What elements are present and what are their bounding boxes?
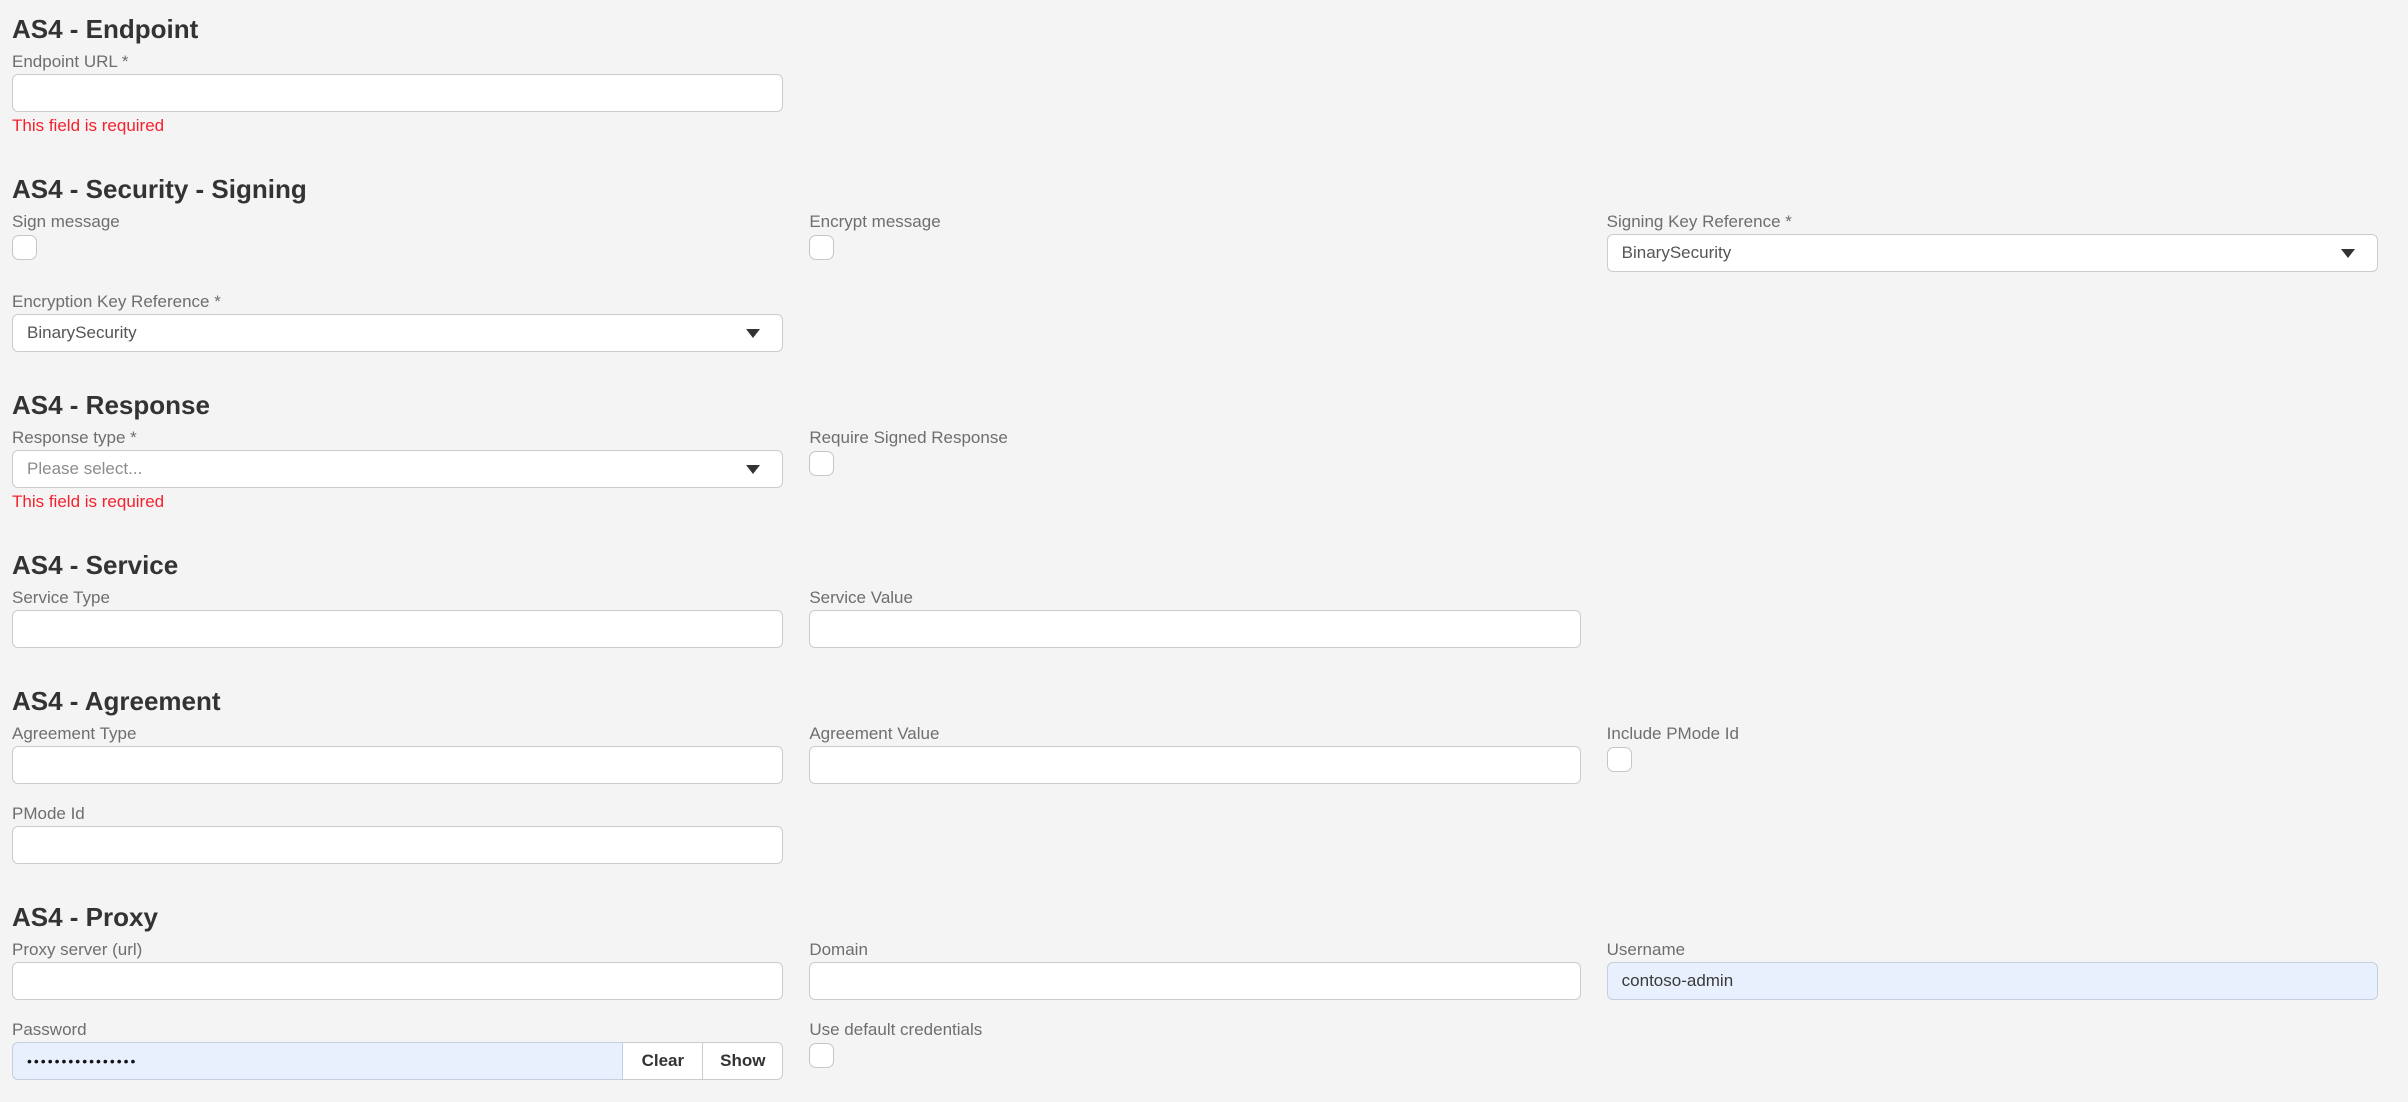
encryption-key-reference-field: Encryption Key Reference * BinarySecurit… — [12, 292, 783, 352]
password-label: Password — [12, 1020, 783, 1040]
username-field: Username — [1607, 940, 2378, 1000]
chevron-down-icon — [2341, 249, 2355, 258]
password-field: Password Clear Show — [12, 1020, 783, 1080]
response-type-field: Response type * Please select... This fi… — [12, 428, 783, 512]
password-clear-button[interactable]: Clear — [623, 1042, 703, 1080]
response-type-select[interactable]: Please select... — [12, 450, 783, 488]
use-default-credentials-checkbox[interactable] — [809, 1043, 834, 1068]
section-response-title: AS4 - Response — [12, 390, 2378, 420]
response-type-value: Please select... — [27, 459, 142, 479]
response-type-error: This field is required — [12, 492, 783, 512]
service-value-label: Service Value — [809, 588, 1580, 608]
section-security-signing-title: AS4 - Security - Signing — [12, 174, 2378, 204]
service-value-input[interactable] — [809, 610, 1580, 648]
agreement-value-label: Agreement Value — [809, 724, 1580, 744]
signing-key-reference-field: Signing Key Reference * BinarySecurity — [1607, 212, 2378, 272]
username-input[interactable] — [1607, 962, 2378, 1000]
use-default-credentials-label: Use default credentials — [809, 1020, 1580, 1040]
service-row: Service Type Service Value — [12, 588, 2378, 648]
use-default-credentials-field: Use default credentials — [809, 1020, 1580, 1080]
service-value-field: Service Value — [809, 588, 1580, 648]
include-pmode-id-field: Include PMode Id — [1607, 724, 2378, 784]
signing-key-reference-select[interactable]: BinarySecurity — [1607, 234, 2378, 272]
password-group: Clear Show — [12, 1042, 783, 1080]
sign-message-label: Sign message — [12, 212, 783, 232]
proxy-server-input[interactable] — [12, 962, 783, 1000]
agreement-value-input[interactable] — [809, 746, 1580, 784]
endpoint-url-field: Endpoint URL * This field is required — [12, 52, 783, 136]
encrypt-message-checkbox[interactable] — [809, 235, 834, 260]
section-proxy-title: AS4 - Proxy — [12, 902, 2378, 932]
section-response: AS4 - Response Response type * Please se… — [12, 390, 2378, 512]
chevron-down-icon — [746, 329, 760, 338]
require-signed-response-label: Require Signed Response — [809, 428, 1580, 448]
section-agreement-title: AS4 - Agreement — [12, 686, 2378, 716]
service-type-field: Service Type — [12, 588, 783, 648]
include-pmode-id-checkbox[interactable] — [1607, 747, 1632, 772]
service-type-input[interactable] — [12, 610, 783, 648]
security-signing-row-2: Encryption Key Reference * BinarySecurit… — [12, 292, 2378, 352]
section-endpoint: AS4 - Endpoint Endpoint URL * This field… — [12, 14, 2378, 136]
service-type-label: Service Type — [12, 588, 783, 608]
response-row: Response type * Please select... This fi… — [12, 428, 2378, 512]
chevron-down-icon — [746, 465, 760, 474]
agreement-value-field: Agreement Value — [809, 724, 1580, 784]
sign-message-field: Sign message — [12, 212, 783, 272]
encrypt-message-label: Encrypt message — [809, 212, 1580, 232]
agreement-row-2: PMode Id — [12, 804, 2378, 864]
section-service: AS4 - Service Service Type Service Value — [12, 550, 2378, 648]
encrypt-message-field: Encrypt message — [809, 212, 1580, 272]
security-signing-row-1: Sign message Encrypt message Signing Key… — [12, 212, 2378, 272]
endpoint-url-input[interactable] — [12, 74, 783, 112]
require-signed-response-checkbox[interactable] — [809, 451, 834, 476]
endpoint-row: Endpoint URL * This field is required — [12, 52, 2378, 136]
proxy-row-2: Password Clear Show Use default credenti… — [12, 1020, 2378, 1080]
password-show-button[interactable]: Show — [703, 1042, 783, 1080]
section-proxy: AS4 - Proxy Proxy server (url) Domain Us… — [12, 902, 2378, 1080]
pmode-id-label: PMode Id — [12, 804, 783, 824]
section-security-signing: AS4 - Security - Signing Sign message En… — [12, 174, 2378, 352]
encryption-key-reference-value: BinarySecurity — [27, 323, 137, 343]
include-pmode-id-label: Include PMode Id — [1607, 724, 2378, 744]
domain-label: Domain — [809, 940, 1580, 960]
pmode-id-field: PMode Id — [12, 804, 783, 864]
response-type-label: Response type * — [12, 428, 783, 448]
signing-key-reference-value: BinarySecurity — [1622, 243, 1732, 263]
domain-field: Domain — [809, 940, 1580, 1000]
proxy-row-1: Proxy server (url) Domain Username — [12, 940, 2378, 1000]
require-signed-response-field: Require Signed Response — [809, 428, 1580, 512]
encryption-key-reference-select[interactable]: BinarySecurity — [12, 314, 783, 352]
agreement-row-1: Agreement Type Agreement Value Include P… — [12, 724, 2378, 784]
password-input[interactable] — [12, 1042, 623, 1080]
as4-settings-form: AS4 - Endpoint Endpoint URL * This field… — [12, 14, 2378, 1080]
pmode-id-input[interactable] — [12, 826, 783, 864]
agreement-type-label: Agreement Type — [12, 724, 783, 744]
signing-key-reference-label: Signing Key Reference * — [1607, 212, 2378, 232]
encryption-key-reference-label: Encryption Key Reference * — [12, 292, 783, 312]
domain-input[interactable] — [809, 962, 1580, 1000]
agreement-type-input[interactable] — [12, 746, 783, 784]
sign-message-checkbox[interactable] — [12, 235, 37, 260]
section-endpoint-title: AS4 - Endpoint — [12, 14, 2378, 44]
endpoint-url-label: Endpoint URL * — [12, 52, 783, 72]
agreement-type-field: Agreement Type — [12, 724, 783, 784]
proxy-server-field: Proxy server (url) — [12, 940, 783, 1000]
proxy-server-label: Proxy server (url) — [12, 940, 783, 960]
endpoint-url-error: This field is required — [12, 116, 783, 136]
section-agreement: AS4 - Agreement Agreement Type Agreement… — [12, 686, 2378, 864]
username-label: Username — [1607, 940, 2378, 960]
section-service-title: AS4 - Service — [12, 550, 2378, 580]
